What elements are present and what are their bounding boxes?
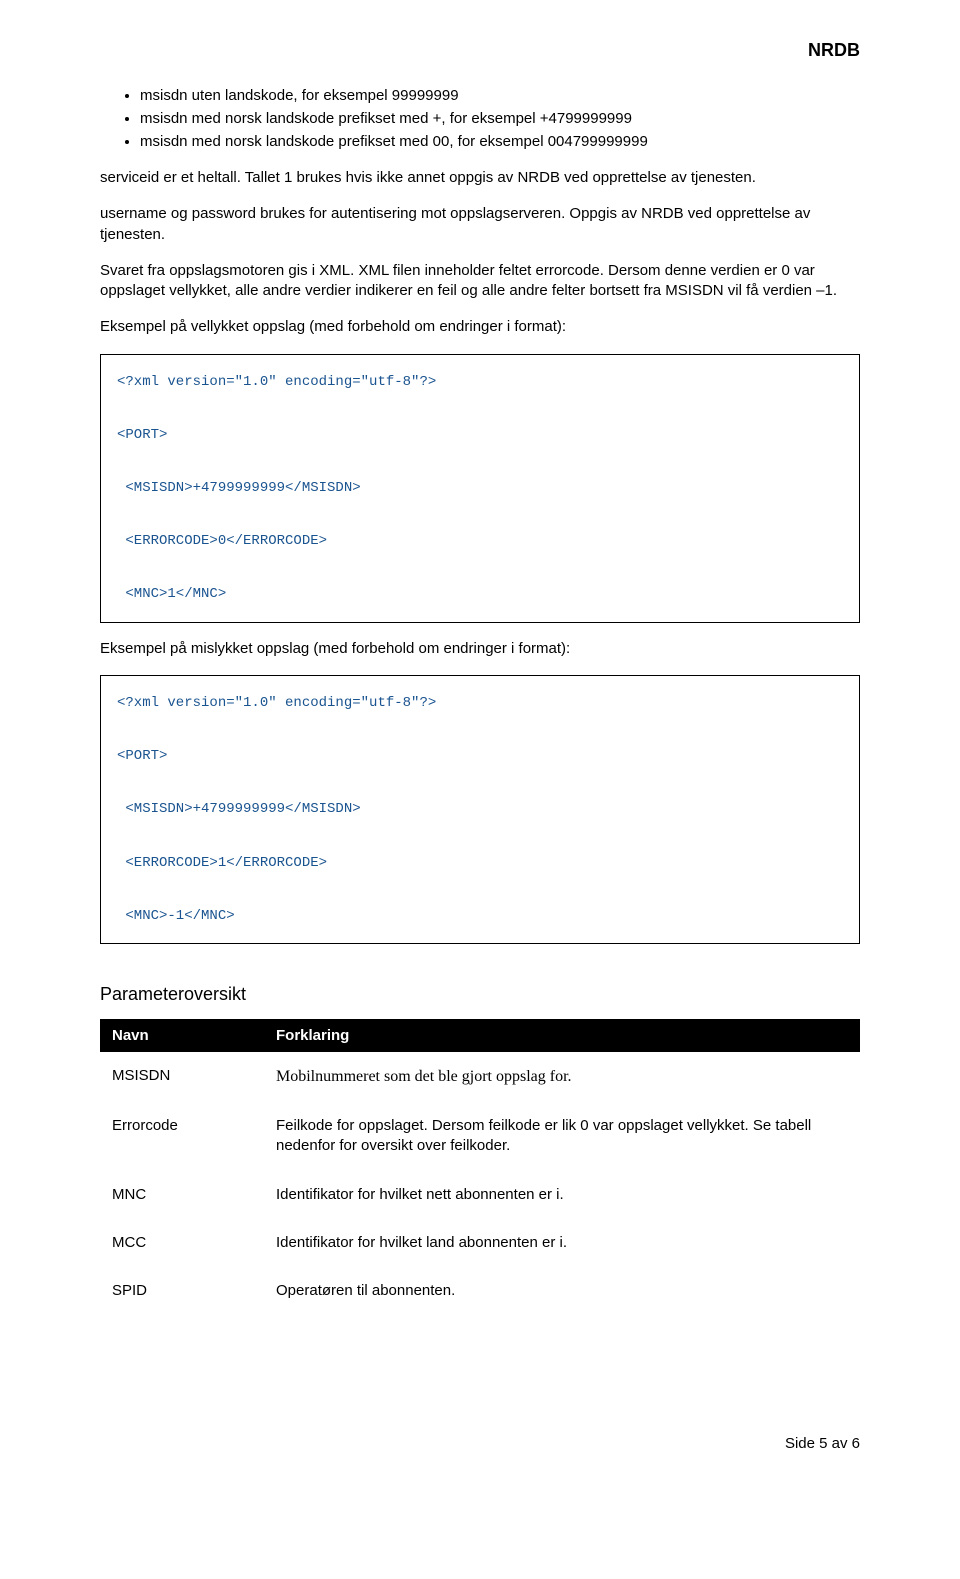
- table-row: MNC Identifikator for hvilket nett abonn…: [100, 1171, 860, 1219]
- paragraph-serviceid: serviceid er et heltall. Tallet 1 brukes…: [100, 168, 860, 188]
- paragraph-credentials: username og password brukes for autentis…: [100, 204, 860, 245]
- table-header-row: Navn Forklaring: [100, 1019, 860, 1052]
- param-desc: Identifikator for hvilket nett abonnente…: [264, 1171, 860, 1219]
- code-example-success: <?xml version="1.0" encoding="utf-8"?> <…: [100, 354, 860, 623]
- param-name: MNC: [100, 1171, 264, 1219]
- paragraph-success-example-label: Eksempel på vellykket oppslag (med forbe…: [100, 317, 860, 337]
- table-row: MSISDN Mobilnummeret som det ble gjort o…: [100, 1052, 860, 1102]
- table-header-name: Navn: [100, 1019, 264, 1052]
- param-desc: Mobilnummeret som det ble gjort oppslag …: [264, 1052, 860, 1102]
- code-example-fail: <?xml version="1.0" encoding="utf-8"?> <…: [100, 675, 860, 944]
- table-row: SPID Operatøren til abonnenten.: [100, 1267, 860, 1315]
- list-item: msisdn uten landskode, for eksempel 9999…: [140, 85, 860, 106]
- msisdn-format-list: msisdn uten landskode, for eksempel 9999…: [100, 85, 860, 152]
- document-page: NRDB msisdn uten landskode, for eksempel…: [0, 0, 960, 1512]
- param-desc: Identifikator for hvilket land abonnente…: [264, 1219, 860, 1267]
- param-name: SPID: [100, 1267, 264, 1315]
- param-desc: Feilkode for oppslaget. Dersom feilkode …: [264, 1102, 860, 1171]
- section-title-parameteroversikt: Parameteroversikt: [100, 984, 860, 1005]
- page-header-title: NRDB: [100, 40, 860, 61]
- paragraph-xml-response: Svaret fra oppslagsmotoren gis i XML. XM…: [100, 261, 860, 302]
- page-footer: Side 5 av 6: [100, 1435, 860, 1452]
- list-item: msisdn med norsk landskode prefikset med…: [140, 131, 860, 152]
- list-item: msisdn med norsk landskode prefikset med…: [140, 108, 860, 129]
- table-row: MCC Identifikator for hvilket land abonn…: [100, 1219, 860, 1267]
- table-row: Errorcode Feilkode for oppslaget. Dersom…: [100, 1102, 860, 1171]
- parameter-table: Navn Forklaring MSISDN Mobilnummeret som…: [100, 1019, 860, 1315]
- param-name: MSISDN: [100, 1052, 264, 1102]
- param-name: MCC: [100, 1219, 264, 1267]
- param-desc: Operatøren til abonnenten.: [264, 1267, 860, 1315]
- paragraph-fail-example-label: Eksempel på mislykket oppslag (med forbe…: [100, 639, 860, 659]
- table-header-desc: Forklaring: [264, 1019, 860, 1052]
- param-name: Errorcode: [100, 1102, 264, 1171]
